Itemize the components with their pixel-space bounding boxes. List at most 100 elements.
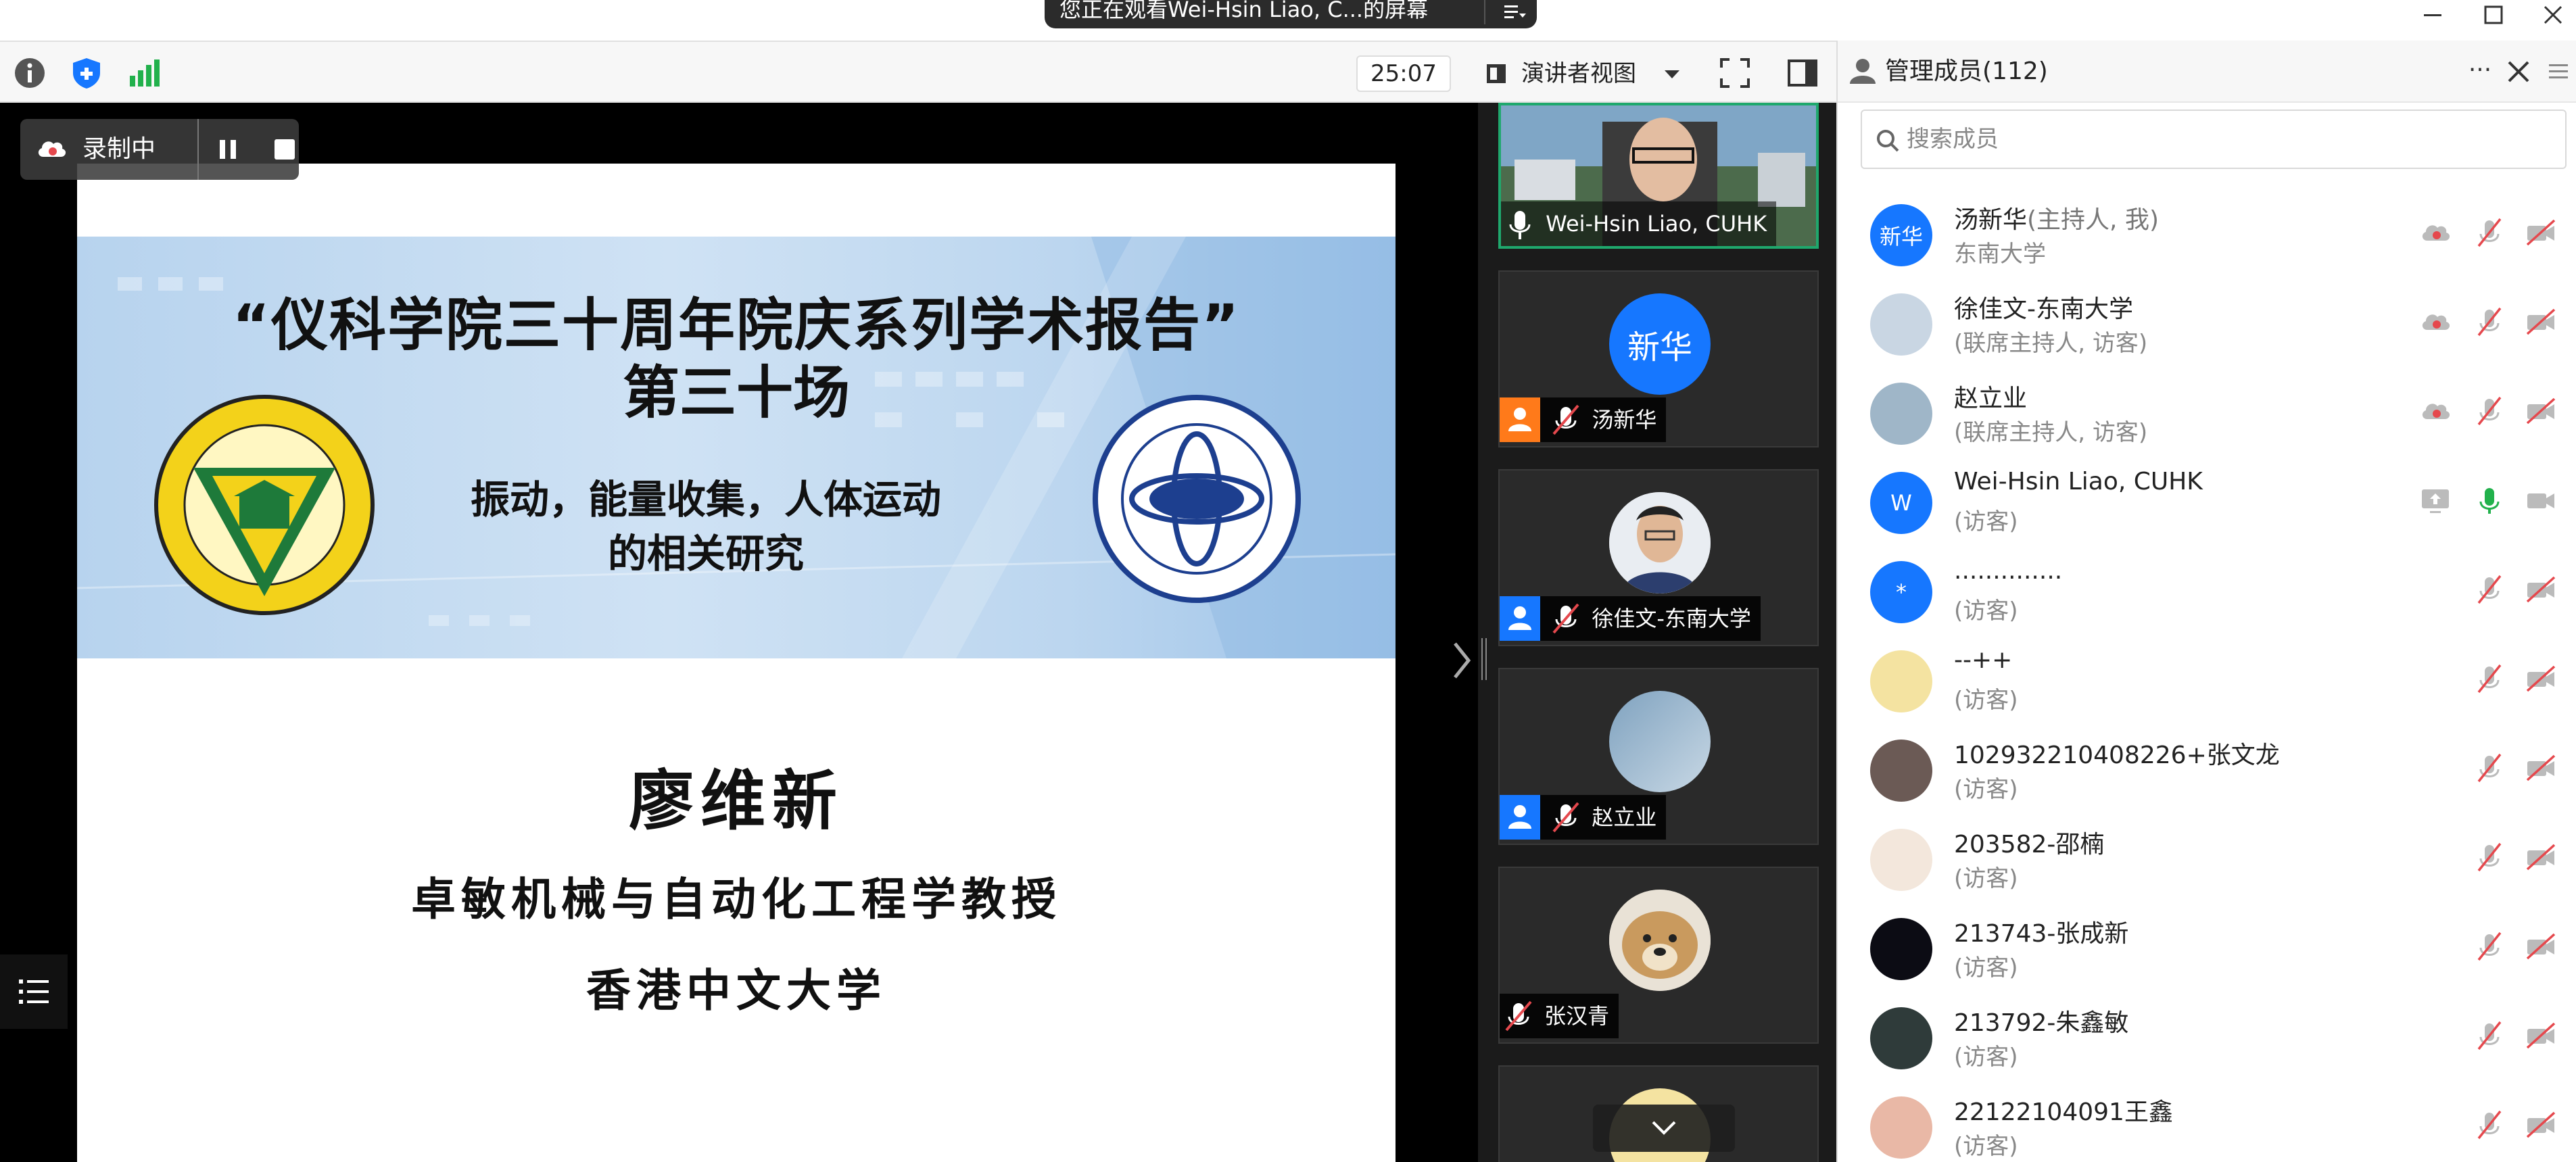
member-name-text: 213792-朱鑫敏 [1954,1009,2129,1037]
maximize-button[interactable] [2473,0,2514,30]
camera-off-icon[interactable] [2525,752,2557,784]
camera-off-icon[interactable] [2525,1019,2557,1052]
avatar: * [1870,561,1932,623]
person-icon [1850,59,1876,84]
member-name-text: 213743-张成新 [1954,920,2129,948]
resize-handle[interactable] [1479,635,1489,683]
banner-menu-icon[interactable] [1502,1,1526,22]
member-row[interactable]: --++ (访客) [1838,635,2576,725]
panel-menu-icon[interactable] [2544,57,2573,87]
member-row[interactable]: 102932210408226+张文龙 (访客) [1838,725,2576,814]
avatar: 新华 [1870,204,1932,266]
speaker-view-icon [1487,64,1506,83]
view-mode-dropdown[interactable]: 演讲者视图 [1474,55,1690,92]
camera-off-icon[interactable] [2525,306,2557,338]
member-name-text: 汤新华 [1954,206,2028,234]
camera-off-icon[interactable] [2525,1109,2557,1141]
member-row[interactable]: 赵立业 (联席主持人, 访客) [1838,368,2576,457]
member-row[interactable]: W Wei-Hsin Liao, CUHK (访客) [1838,457,2576,546]
member-row[interactable]: 新华 汤新华(主持人, 我) 东南大学 [1838,189,2576,279]
video-tile[interactable]: Wei-Hsin Liao, CUHK [1498,103,1819,249]
more-options-button[interactable]: ··· [2463,57,2497,87]
speaker-name: 廖维新 [629,762,844,839]
participant-gallery: Wei-Hsin Liao, CUHK 新华 汤新华 徐佳文-东南大学 赵立业 … [1478,103,1836,1162]
microphone-muted-icon[interactable] [2473,841,2506,873]
microphone-muted-icon[interactable] [2473,662,2506,695]
video-tile[interactable]: 张汉青 [1498,867,1819,1044]
camera-off-icon[interactable] [2525,573,2557,606]
microphone-on-icon[interactable] [2473,484,2506,516]
camera-off-icon[interactable] [2525,395,2557,427]
maximize-icon [2484,5,2503,24]
cloud-recording-icon [38,141,66,157]
microphone-muted-icon[interactable] [2473,930,2506,963]
camera-off-icon[interactable] [2525,662,2557,695]
tile-name-bar: 徐佳文-东南大学 [1500,596,1761,641]
microphone-muted-icon[interactable] [2473,395,2506,427]
member-row[interactable]: 徐佳文-东南大学 (联席主持人, 访客) [1838,279,2576,368]
screen-share-text: 您正在观看Wei-Hsin Liao, C...的屏幕 [1059,0,1429,22]
slide-topic-line-2: 的相关研究 [607,531,804,577]
microphone-muted-icon[interactable] [2473,306,2506,338]
camera-off-icon[interactable] [2525,841,2557,873]
pause-recording-button[interactable] [197,119,258,180]
presentation-slide: “仪科学院三十周年院庆系列学术报告” 第三十场 振动，能量收集，人体运动 的相关… [77,164,1396,1162]
member-name-text: 203582-邵楠 [1954,831,2105,858]
member-subtitle: (访客) [1954,687,2018,714]
screen-share-banner: 您正在观看Wei-Hsin Liao, C...的屏幕 [1045,0,1537,28]
video-tile[interactable]: 新华 汤新华 [1498,270,1819,447]
member-name-text: 赵立业 [1954,385,2028,412]
minimize-button[interactable] [2412,0,2453,30]
member-row[interactable]: 203582-邵楠 (访客) [1838,814,2576,903]
member-role-tag: (主持人, 我) [2027,206,2159,234]
microphone-muted-icon[interactable] [2473,752,2506,784]
security-shield-icon[interactable] [69,55,104,91]
stop-icon [275,139,295,160]
avatar [1609,691,1711,792]
meeting-timer: 25:07 [1356,55,1451,92]
chevron-down-icon [1665,70,1679,78]
members-panel-header: 管理成员(112) ··· [1838,41,2576,103]
camera-off-icon[interactable] [2525,216,2557,249]
profile-photo [1609,890,1711,991]
avatar: W [1870,472,1932,534]
camera-icon[interactable] [2525,484,2557,516]
info-icon[interactable] [12,55,47,91]
member-row[interactable]: 213743-张成新 (访客) [1838,903,2576,992]
member-search-box [1861,110,2567,169]
microphone-muted-icon[interactable] [2473,1109,2506,1141]
chevron-right-icon[interactable] [1448,637,1475,684]
member-name-text: .............. [1954,557,2063,585]
microphone-muted-icon[interactable] [2473,573,2506,606]
slide-outline-button[interactable] [0,954,68,1029]
camera-off-icon[interactable] [2525,930,2557,963]
search-icon [1877,130,1899,152]
member-name-text: 102932210408226+张文龙 [1954,742,2280,769]
member-search-input[interactable] [1907,118,2549,161]
member-row[interactable]: 213792-朱鑫敏 (访客) [1838,992,2576,1082]
tile-participant-name: 张汉青 [1544,1003,1610,1029]
fullscreen-icon[interactable] [1717,55,1752,91]
sidebar-toggle-icon[interactable] [1785,55,1820,91]
microphone-muted-icon[interactable] [2473,216,2506,249]
slide-topic-line-1: 振动，能量收集，人体运动 [470,477,941,523]
microphone-muted-icon [1505,1000,1532,1032]
stop-recording-button[interactable] [254,119,315,180]
scroll-down-button[interactable] [1593,1105,1735,1152]
member-name: 汤新华(主持人, 我) [1954,200,2159,235]
tile-participant-name: 赵立业 [1592,804,1657,830]
video-tile[interactable]: 徐佳文-东南大学 [1498,469,1819,646]
member-subtitle: (访客) [1954,598,2018,625]
video-tile[interactable]: 赵立业 [1498,668,1819,845]
member-row[interactable]: 22122104091王鑫 (访客) [1838,1082,2576,1162]
avatar-initials: * [1896,579,1907,605]
member-subtitle: (访客) [1954,954,2018,982]
minimize-icon [2424,14,2441,16]
tile-name-bar: 赵立业 [1500,795,1667,840]
close-panel-icon[interactable] [2504,57,2533,87]
close-window-button[interactable] [2533,0,2573,30]
member-row[interactable]: *.............. (访客) [1838,546,2576,635]
microphone-icon [1509,211,1531,239]
microphone-muted-icon[interactable] [2473,1019,2506,1052]
network-signal-icon[interactable] [126,55,161,91]
